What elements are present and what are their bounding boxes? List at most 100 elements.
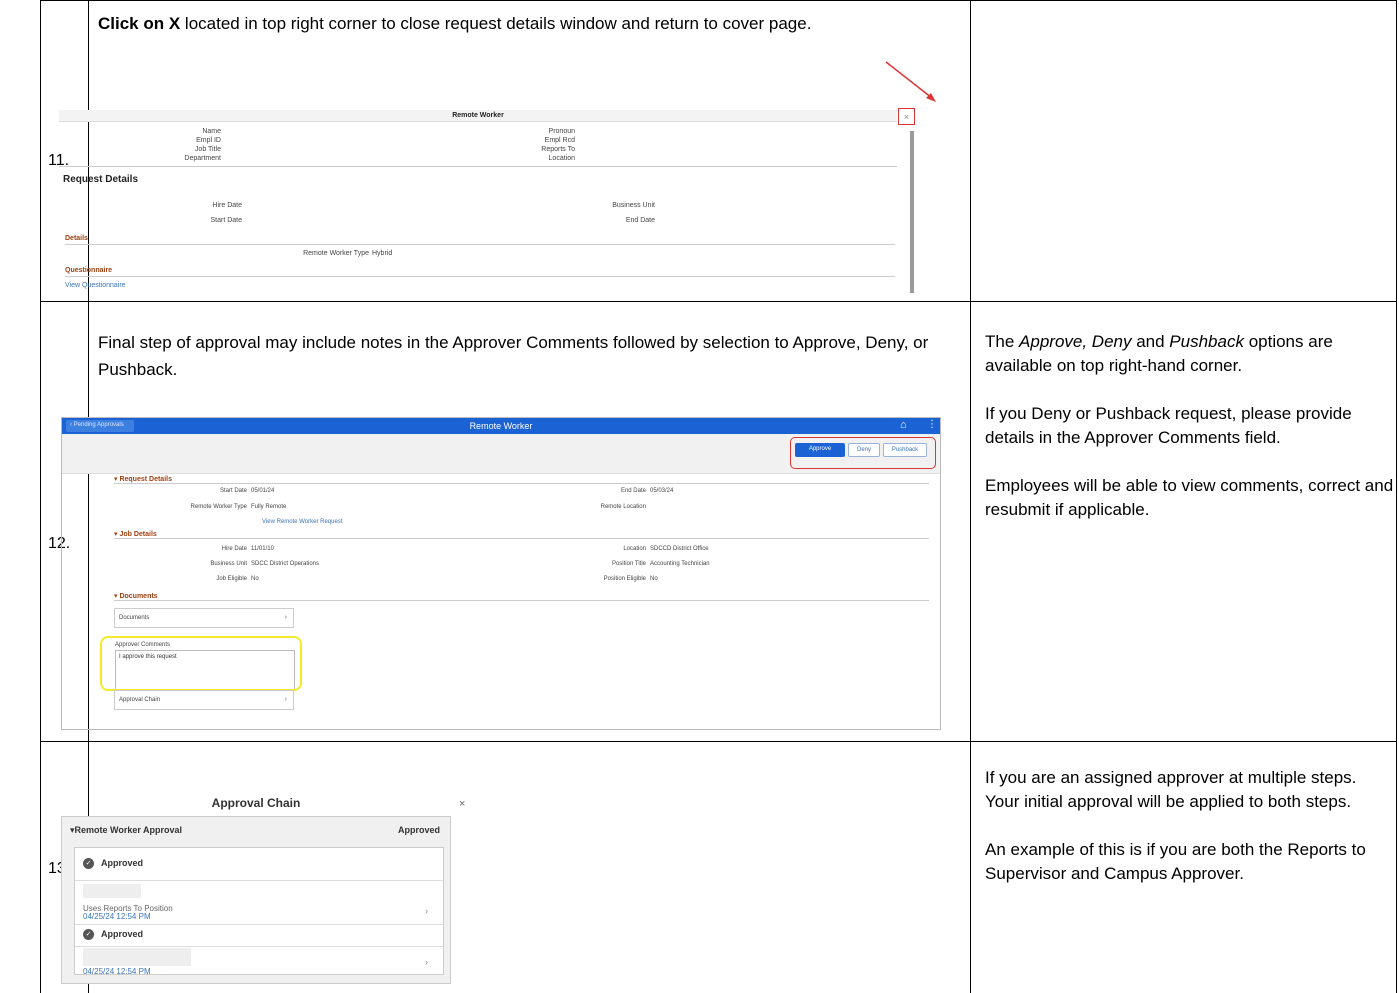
job-eligible-value: No — [251, 576, 259, 582]
start-date-label: Start Date — [219, 488, 247, 494]
hire-date-value: 11/01/10 — [251, 546, 274, 552]
chevron-right-icon[interactable]: › — [425, 957, 428, 967]
page-title: Remote Worker — [469, 421, 533, 431]
pronoun-label: Pronoun — [548, 128, 575, 135]
job-details-section[interactable]: ▾ Job Details — [114, 530, 157, 538]
row-11-instruction: Click on X located in top right corner t… — [98, 10, 958, 37]
remote-worker-type-value: Hybrid — [372, 250, 393, 257]
request-details-heading: Request Details — [63, 174, 139, 185]
business-unit-value: SDCC District Operations — [251, 561, 320, 567]
more-options-icon[interactable]: ⋮ — [927, 419, 937, 430]
table-border-top — [40, 0, 1397, 1]
section-status: Approved — [398, 825, 441, 835]
redacted-name — [83, 884, 141, 898]
remote-worker-approval-screenshot: ‹ Pending Approvals Remote Worker ⌂ ⋮ Ap… — [61, 417, 941, 730]
row-11-instruction-bold: Click on X — [98, 14, 181, 33]
row-divider-2 — [40, 741, 1397, 742]
table-divider-2 — [970, 0, 971, 993]
end-date-label: End Date — [625, 217, 655, 224]
close-icon[interactable]: × — [459, 798, 465, 810]
start-date-value: 05/01/24 — [251, 488, 275, 494]
documents-section[interactable]: ▾ Documents — [114, 592, 158, 600]
check-circle-icon: ✓ — [83, 858, 94, 869]
step-2-time: 04/25/24 12:54 PM — [83, 967, 151, 976]
approval-steps-card: ✓ Approved Uses Reports To Position 04/2… — [74, 847, 444, 976]
row-13-note: If you are an assigned approver at multi… — [985, 766, 1395, 910]
step-2-status: Approved — [101, 929, 144, 939]
step-1-status: Approved — [101, 858, 144, 868]
row-12-note: The Approve, Deny and Pushback options a… — [985, 330, 1395, 546]
position-eligible-value: No — [650, 576, 658, 582]
hire-date-label: Hire Date — [212, 202, 242, 209]
reports-to-label: Reports To — [541, 146, 575, 153]
chevron-right-icon[interactable]: › — [425, 906, 428, 916]
department-label: Department — [184, 155, 221, 162]
business-unit-label: Business Unit — [612, 202, 655, 209]
approval-chain-title: Approval Chain — [211, 796, 301, 810]
name-label: Name — [202, 128, 221, 135]
row-12-instruction: Final step of approval may include notes… — [98, 333, 929, 379]
hire-date-label: Hire Date — [221, 546, 247, 552]
row-11-instruction-rest: located in top right corner to close req… — [180, 14, 812, 33]
documents-link[interactable]: Documents › — [114, 608, 294, 628]
approval-chain-link[interactable]: Approval Chain › — [114, 690, 294, 710]
end-date-value: 05/03/24 — [650, 488, 674, 494]
remote-worker-detail-screenshot: Remote Worker × Name Empl ID Job Title D… — [59, 106, 915, 294]
job-title-label: Job Title — [194, 146, 221, 153]
separator — [75, 946, 443, 947]
approval-chain-screenshot: Approval Chain × ▾Remote Worker Approval… — [61, 794, 471, 984]
separator — [114, 538, 929, 539]
home-icon[interactable]: ⌂ — [900, 419, 907, 431]
position-title-label: Position Title — [611, 561, 646, 567]
remote-worker-type-label: Remote Worker Type — [303, 250, 369, 257]
separator — [114, 483, 929, 484]
remote-worker-type-value: Fully Remote — [251, 504, 287, 510]
position-eligible-label: Position Eligible — [603, 576, 646, 582]
row-13-note-p1: If you are an assigned approver at multi… — [985, 768, 1357, 811]
remote-worker-type-label: Remote Worker Type — [190, 504, 247, 510]
separator — [65, 244, 895, 245]
remote-location-label: Remote Location — [600, 504, 646, 510]
row-13-note-p2: An example of this is if you are both th… — [985, 840, 1366, 883]
remote-worker-approval-heading[interactable]: ▾Remote Worker Approval — [70, 825, 182, 836]
empl-id-label: Empl ID — [196, 137, 221, 144]
approver-comments-highlight — [100, 636, 302, 691]
business-unit-label: Business Unit — [210, 561, 247, 567]
check-circle-icon: ✓ — [83, 929, 94, 940]
separator — [114, 600, 929, 601]
modal-title: Remote Worker — [452, 112, 504, 119]
separator — [65, 276, 895, 277]
location-label: Location — [548, 155, 575, 162]
view-remote-worker-request-link[interactable]: View Remote Worker Request — [262, 519, 342, 525]
end-date-label: End Date — [620, 488, 646, 494]
chevron-right-icon: › — [284, 614, 287, 621]
separator — [75, 924, 443, 925]
redacted-name — [83, 948, 191, 966]
separator — [59, 166, 897, 167]
modal-titlebar: Remote Worker — [59, 110, 897, 122]
approval-chain-panel: ▾Remote Worker Approval Approved ✓ Appro… — [61, 816, 451, 984]
start-date-label: Start Date — [210, 217, 242, 224]
chevron-right-icon: › — [284, 696, 287, 703]
position-title-value: Accounting Technician — [650, 561, 710, 567]
separator — [75, 880, 443, 881]
row-divider-1 — [40, 301, 1397, 302]
job-eligible-label: Job Eligible — [216, 576, 247, 582]
top-navbar: ‹ Pending Approvals Remote Worker ⌂ ⋮ — [62, 418, 940, 434]
request-details-section[interactable]: ▾ Request Details — [114, 475, 172, 483]
table-border-left — [40, 0, 41, 993]
view-questionnaire-link[interactable]: View Questionnaire — [65, 282, 126, 289]
red-arrow-annotation — [885, 61, 936, 102]
location-label: Location — [623, 546, 646, 552]
empl-rcd-label: Empl Rcd — [544, 137, 575, 144]
step-1-time: 04/25/24 12:54 PM — [83, 912, 151, 921]
scrollbar[interactable] — [910, 131, 914, 293]
location-value: SDCCD District Office — [650, 546, 709, 552]
close-icon: × — [903, 111, 910, 122]
close-button[interactable]: × — [898, 108, 915, 125]
details-heading: Details — [65, 235, 88, 242]
questionnaire-heading: Questionnaire — [65, 267, 113, 274]
row-12-note-intro: The Approve, Deny and Pushback options a… — [985, 332, 1333, 375]
row-12-note-deny: If you Deny or Pushback request, please … — [985, 404, 1352, 447]
table-border-right — [1396, 0, 1397, 993]
